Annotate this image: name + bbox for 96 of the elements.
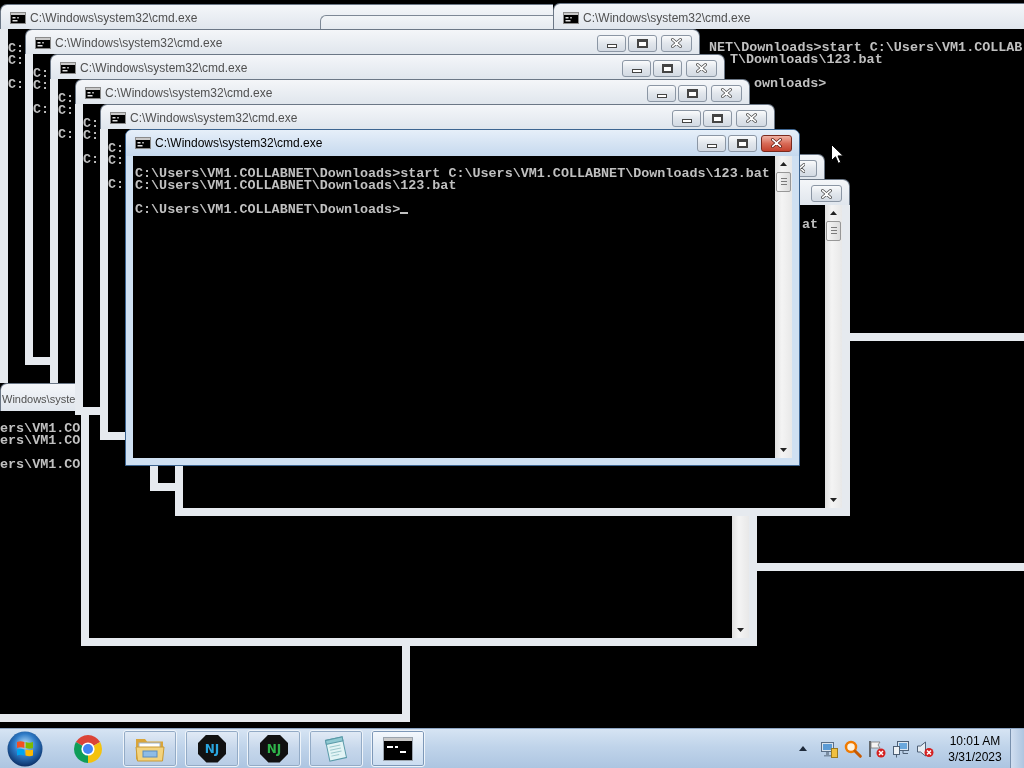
console-line: C:	[8, 77, 25, 92]
maximize-button[interactable]	[703, 109, 732, 127]
minimize-button[interactable]	[697, 134, 726, 152]
close-button[interactable]	[736, 109, 767, 127]
close-icon	[721, 88, 732, 98]
console-line: C:	[33, 102, 50, 117]
console-line: C:	[83, 152, 100, 167]
scroll-up-arrow[interactable]	[780, 162, 787, 166]
console-line: T\Downloads\123.bat	[730, 52, 883, 67]
browser-icon	[73, 733, 103, 764]
taskbar-clock[interactable]: 10:01 AM 3/31/2023	[944, 732, 1006, 765]
magnifier-icon[interactable]	[844, 739, 862, 758]
scroll-up-arrow[interactable]	[830, 211, 837, 215]
minimize-button[interactable]	[622, 59, 651, 77]
console-line: ers\VM1.CO	[0, 421, 81, 436]
scroll-thumb[interactable]	[776, 172, 791, 192]
window-title: C:\Windows\system32\cmd.exe	[130, 111, 298, 125]
window-title: C:\Windows\system32\cmd.exe	[30, 11, 198, 25]
console-line: C:\Users\VM1.COLLABNET\Downloads>	[135, 202, 401, 217]
close-icon	[671, 38, 682, 48]
window-title: C:\Windows\system32\cmd.exe	[55, 36, 223, 50]
scroll-down-arrow[interactable]	[737, 628, 744, 632]
console-icon	[35, 37, 51, 49]
console-line: C:	[8, 41, 25, 56]
maximize-button[interactable]	[628, 34, 657, 52]
console-icon	[10, 12, 26, 24]
maximize-icon	[637, 38, 648, 48]
flag-icon[interactable]	[868, 739, 886, 758]
scroll-down-arrow[interactable]	[780, 448, 787, 452]
close-icon	[746, 113, 757, 123]
maximize-button[interactable]	[678, 84, 707, 102]
close-button[interactable]	[800, 159, 817, 177]
console-line: C:	[33, 66, 50, 81]
console-icon	[110, 112, 126, 124]
minimize-icon	[681, 119, 692, 123]
maximize-icon	[687, 88, 698, 98]
console-line: C:	[83, 116, 100, 131]
console-line: C:	[108, 153, 125, 168]
minimize-button[interactable]	[672, 109, 701, 127]
console-line: NET\Downloads>start C:\Users\VM1.COLLAB	[709, 40, 1023, 55]
window-title: C:\Windows\system32\cmd.exe	[155, 136, 323, 150]
console-icon	[85, 87, 101, 99]
minimize-icon	[656, 94, 667, 98]
speaker-muted-icon[interactable]	[916, 739, 934, 758]
console-line: ers\VM1.CO	[0, 457, 81, 472]
console-line: ownloads>	[754, 76, 827, 91]
minimize-icon	[706, 144, 717, 148]
close-button[interactable]	[661, 34, 692, 52]
taskbar-button[interactable]	[371, 730, 425, 767]
window-title: C:\Windows\system32\cmd.exe	[105, 86, 273, 100]
window-title: Windows\syste	[2, 391, 76, 406]
text-cursor	[400, 212, 409, 214]
maximize-button[interactable]	[653, 59, 682, 77]
close-button[interactable]	[761, 134, 792, 152]
network-icon[interactable]	[892, 739, 910, 758]
start-orb-icon	[7, 730, 43, 767]
console-line: C:\Users\VM1.COLLABNET\Downloads\123.bat	[135, 178, 457, 193]
mouse-pointer-icon	[831, 144, 844, 164]
taskbar-button[interactable]: NJ	[247, 730, 301, 767]
start-button[interactable]	[7, 730, 43, 767]
close-button[interactable]	[686, 59, 717, 77]
computer-icon[interactable]	[820, 739, 838, 758]
minimize-button[interactable]	[647, 84, 676, 102]
console-line: C:	[108, 141, 125, 156]
console-line: C:	[58, 91, 75, 106]
console-icon	[383, 736, 413, 761]
console-icon	[563, 11, 579, 24]
window-title: C:\Windows\system32\cmd.exe	[583, 10, 751, 25]
console-line: at	[802, 217, 819, 232]
up-arrow-icon[interactable]	[799, 746, 807, 751]
console-line: C:	[33, 78, 50, 93]
console-line: C:\Users\VM1.COLLABNET\Downloads>start C:\Users\VM1.COLLABNET\Downloads\123.bat	[135, 166, 770, 181]
console-line: C:	[8, 53, 25, 68]
close-icon	[821, 188, 832, 199]
close-icon	[696, 63, 707, 73]
maximize-button[interactable]	[728, 134, 757, 152]
console-icon	[135, 137, 151, 149]
minimize-icon	[606, 44, 617, 48]
maximize-icon	[712, 113, 723, 123]
maximize-icon	[662, 63, 673, 73]
console-line: C:	[58, 103, 75, 118]
console-line: ers\VM1.CO	[0, 433, 81, 448]
console-line: C:	[83, 128, 100, 143]
close-icon	[771, 138, 782, 148]
close-button[interactable]	[811, 185, 842, 202]
console-icon	[60, 62, 76, 74]
minimize-icon	[631, 69, 642, 73]
console-line: C:	[108, 177, 125, 192]
scroll-thumb[interactable]	[826, 221, 841, 241]
minimize-button[interactable]	[597, 34, 626, 52]
taskbar-button[interactable]: NJ	[185, 730, 239, 767]
console-line: C:	[58, 127, 75, 142]
scroll-down-arrow[interactable]	[830, 498, 837, 502]
close-button[interactable]	[711, 84, 742, 102]
maximize-icon	[737, 138, 748, 148]
window-title: C:\Windows\system32\cmd.exe	[80, 61, 248, 75]
